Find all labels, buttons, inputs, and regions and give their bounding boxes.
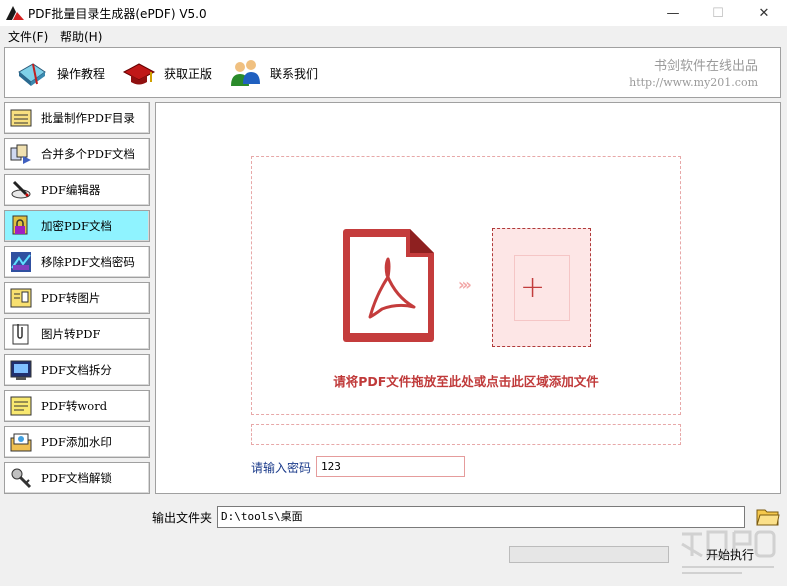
list-icon (10, 109, 32, 127)
pen-icon (11, 180, 31, 199)
sidebar-item-batch-toc[interactable]: 批量制作PDF目录 (4, 102, 150, 134)
sidebar-item-encrypt[interactable]: 加密PDF文档 (4, 210, 150, 242)
file-drop-zone[interactable]: ››› + 请将PDF文件拖放至此处或点击此区域添加文件 (251, 156, 681, 415)
sidebar-item-pdf-to-image[interactable]: PDF转图片 (4, 282, 150, 314)
lock-file-icon (12, 215, 28, 235)
maximize-button[interactable]: ☐ (695, 0, 741, 26)
minimize-button[interactable]: — (650, 0, 696, 26)
watermark-icon (10, 433, 32, 452)
contact-label: 联系我们 (270, 66, 319, 81)
get-license-label: 获取正版 (164, 66, 213, 81)
maximize-icon: ☐ (712, 5, 724, 21)
sidebar-item-watermark[interactable]: PDF添加水印 (4, 426, 150, 458)
menu-bar: 文件(F) 帮助(H) (0, 26, 787, 46)
toolbar: 操作教程 获取正版 联系我们 书剑软件在线出品 http://www.my201… (4, 47, 781, 98)
menu-file[interactable]: 文件(F) (8, 28, 48, 45)
unlock-icon (11, 468, 32, 489)
sidebar-label-split: PDF文档拆分 (41, 363, 112, 377)
merge-icon (10, 144, 31, 164)
sidebar-label-merge: 合并多个PDF文档 (41, 147, 135, 161)
sidebar-label-batch-toc: 批量制作PDF目录 (41, 111, 135, 125)
site-watermark-logo (681, 530, 776, 574)
tutorial-book-icon (18, 63, 46, 86)
sidebar: 批量制作PDF目录 合并多个PDF文档 PDF编辑器 加密PDF文档 移除PDF… (4, 102, 152, 494)
add-file-box[interactable]: + (492, 228, 591, 347)
get-license-button[interactable]: 获取正版 (122, 56, 212, 90)
output-folder-input[interactable]: D:\tools\桌面 (217, 506, 745, 528)
plus-icon: + (520, 270, 546, 305)
sidebar-item-pdf-to-word[interactable]: PDF转word (4, 390, 150, 422)
sidebar-label-pdf-to-word: PDF转word (41, 399, 108, 413)
remove-password-icon (11, 252, 31, 272)
close-icon: ✕ (758, 5, 770, 21)
sidebar-label-encrypt: 加密PDF文档 (41, 219, 112, 233)
brand-text: 书剑软件在线出品 http://www.my201.com (629, 55, 758, 89)
image-icon (10, 288, 32, 308)
minimize-icon: — (666, 5, 680, 21)
arrow-indicator: ››› (458, 275, 472, 294)
sidebar-label-watermark: PDF添加水印 (41, 435, 112, 449)
sidebar-label-pdf-to-image: PDF转图片 (41, 291, 101, 305)
main-panel: ››› + 请将PDF文件拖放至此处或点击此区域添加文件 请输入密码 123 (155, 102, 781, 494)
sidebar-label-remove-password: 移除PDF文档密码 (41, 255, 135, 269)
sidebar-item-split[interactable]: PDF文档拆分 (4, 354, 150, 386)
red-cap-icon (122, 63, 156, 85)
folder-open-icon[interactable] (756, 505, 780, 527)
password-input[interactable]: 123 (316, 456, 465, 477)
sidebar-label-editor: PDF编辑器 (41, 183, 101, 197)
pdf-file-icon (343, 229, 434, 342)
close-button[interactable]: ✕ (741, 0, 787, 26)
contact-button[interactable]: 联系我们 (228, 56, 318, 90)
sidebar-item-remove-password[interactable]: 移除PDF文档密码 (4, 246, 150, 278)
clip-icon (12, 324, 29, 345)
drop-instruction: 请将PDF文件拖放至此处或点击此区域添加文件 (333, 374, 599, 389)
file-list-strip[interactable] (251, 424, 681, 445)
sidebar-item-merge[interactable]: 合并多个PDF文档 (4, 138, 150, 170)
sidebar-label-image-to-pdf: 图片转PDF (41, 327, 101, 341)
window-title: PDF批量目录生成器(ePDF) V5.0 (28, 7, 207, 21)
menu-help[interactable]: 帮助(H) (60, 28, 102, 45)
sidebar-label-unlock: PDF文档解锁 (41, 471, 112, 485)
tutorial-label: 操作教程 (57, 66, 106, 81)
progress-bar (509, 546, 669, 563)
app-logo-icon (6, 6, 24, 20)
sidebar-item-editor[interactable]: PDF编辑器 (4, 174, 150, 206)
tutorial-button[interactable]: 操作教程 (15, 56, 105, 90)
sidebar-item-unlock[interactable]: PDF文档解锁 (4, 462, 150, 494)
sidebar-item-image-to-pdf[interactable]: 图片转PDF (4, 318, 150, 350)
note-icon (10, 396, 32, 416)
password-label: 请输入密码 (251, 461, 312, 475)
output-folder-label: 输出文件夹 (152, 511, 213, 525)
title-bar: PDF批量目录生成器(ePDF) V5.0 — ☐ ✕ (0, 0, 787, 26)
people-icon (231, 60, 260, 86)
brand-line-1: 书剑软件在线出品 (653, 59, 758, 74)
brand-url: http://www.my201.com (629, 76, 758, 89)
split-icon (10, 360, 32, 380)
